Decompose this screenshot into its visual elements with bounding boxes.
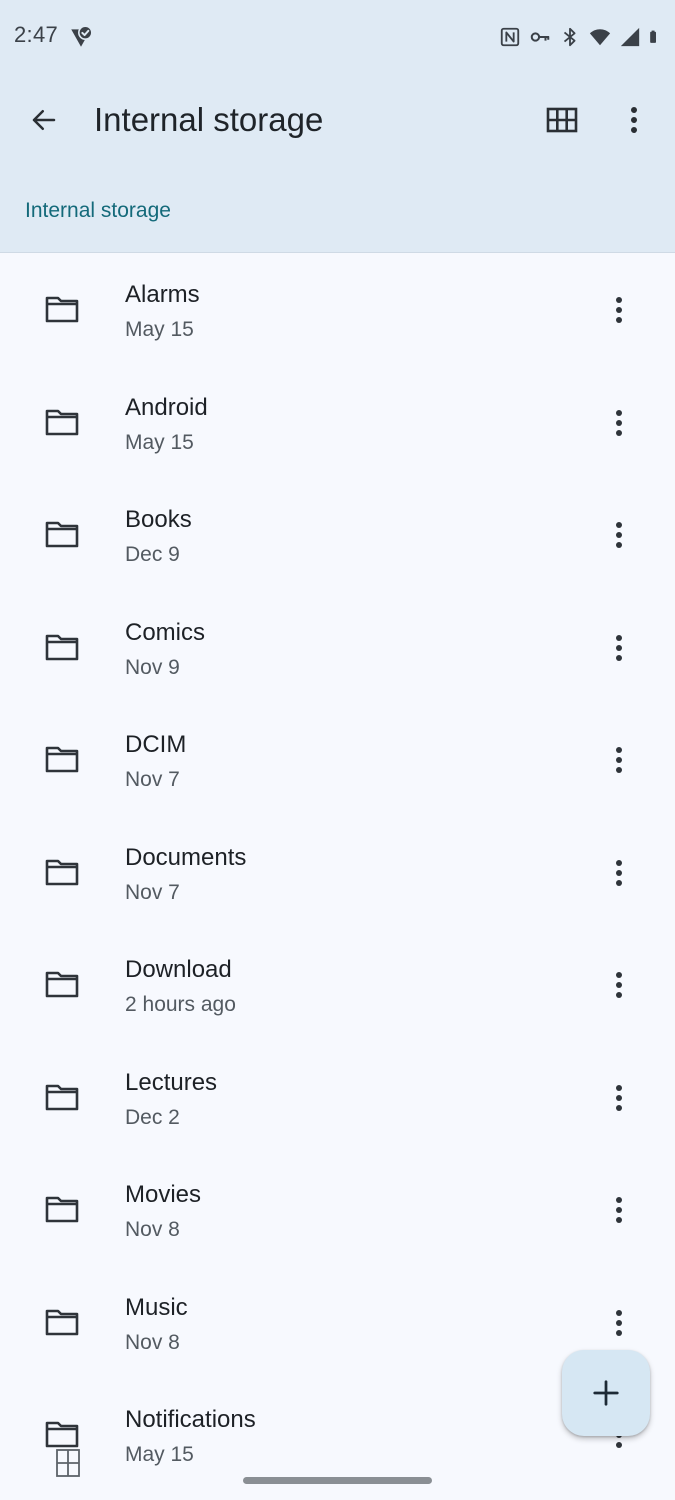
- arrow-back-icon: [32, 110, 56, 130]
- folder-icon: [45, 971, 79, 998]
- file-date: Dec 2: [125, 1105, 180, 1129]
- cell-signal-icon: [620, 27, 640, 47]
- file-date: May 15: [125, 1443, 194, 1466]
- folder-icon: [45, 409, 79, 435]
- back-button[interactable]: [22, 98, 66, 142]
- page-title: Internal storage: [94, 101, 324, 138]
- item-more-button[interactable]: [602, 516, 636, 554]
- more-vert-icon: [616, 1197, 622, 1223]
- file-name: Documents: [125, 843, 247, 871]
- list-item[interactable]: Lectures Dec 2: [0, 1041, 675, 1154]
- list-item[interactable]: Alarms May 15: [0, 253, 675, 366]
- list-item[interactable]: Download 2 hours ago: [0, 928, 675, 1041]
- shield-check-icon: [71, 25, 93, 47]
- folder-icon: [45, 521, 79, 548]
- gesture-nav-handle[interactable]: [243, 1477, 432, 1484]
- bluetooth-icon: [563, 27, 576, 47]
- folder-icon: [45, 859, 79, 885]
- status-bar: 2:47: [0, 0, 675, 72]
- file-date: Dec 9: [125, 543, 180, 566]
- file-name: Alarms: [125, 281, 200, 308]
- wifi-icon: [589, 29, 611, 46]
- more-vert-icon: [616, 972, 622, 998]
- status-icons: [499, 24, 663, 50]
- more-vert-icon: [616, 1084, 622, 1111]
- vpn-key-icon: [530, 32, 550, 42]
- file-list: Alarms May 15 Android May 15 Books Dec 9…: [0, 253, 675, 1491]
- file-name: DCIM: [125, 731, 187, 758]
- item-more-button[interactable]: [602, 1079, 636, 1117]
- file-name: Movies: [125, 1181, 202, 1208]
- folder-icon: [45, 1421, 79, 1448]
- keyboard-grid-icon: [56, 1449, 80, 1477]
- list-item[interactable]: Books Dec 9: [0, 478, 675, 591]
- file-name: Notifications: [125, 1406, 256, 1433]
- header-area: 2:47 Internal storage Internal storage: [0, 0, 675, 253]
- file-name: Android: [125, 393, 208, 421]
- file-name: Comics: [125, 618, 206, 646]
- grid-view-button[interactable]: [540, 98, 584, 142]
- file-name: Lectures: [125, 1068, 218, 1096]
- more-vert-icon: [616, 522, 622, 548]
- more-options-button[interactable]: [612, 98, 656, 142]
- item-more-button[interactable]: [602, 854, 636, 892]
- more-vert-icon: [631, 107, 637, 133]
- file-date: May 15: [125, 318, 194, 341]
- app-bar: Internal storage: [0, 72, 675, 168]
- folder-icon: [45, 296, 79, 323]
- item-more-button[interactable]: [602, 1191, 636, 1229]
- file-date: Nov 8: [125, 1218, 180, 1241]
- item-more-button[interactable]: [602, 741, 636, 779]
- grid-view-icon: [546, 107, 578, 133]
- folder-icon: [45, 1084, 79, 1110]
- list-item[interactable]: Documents Nov 7: [0, 816, 675, 929]
- more-vert-icon: [616, 634, 622, 661]
- item-more-button[interactable]: [602, 404, 636, 442]
- file-name: Download: [125, 956, 232, 983]
- list-item[interactable]: DCIM Nov 7: [0, 703, 675, 816]
- more-vert-icon: [616, 297, 622, 323]
- folder-icon: [45, 634, 79, 660]
- file-date: May 15: [125, 430, 194, 454]
- folder-icon: [45, 1309, 79, 1335]
- file-date: Nov 7: [125, 768, 180, 791]
- file-date: Nov 8: [125, 1330, 180, 1354]
- file-date: Nov 9: [125, 655, 180, 679]
- nfc-icon: [500, 27, 520, 47]
- new-folder-fab[interactable]: [562, 1350, 650, 1436]
- list-item[interactable]: Comics Nov 9: [0, 591, 675, 704]
- folder-icon: [45, 1196, 79, 1223]
- screen: 2:47 Internal storage Internal storage A…: [0, 0, 675, 1500]
- list-item[interactable]: Android May 15: [0, 366, 675, 479]
- item-more-button[interactable]: [602, 291, 636, 329]
- status-time: 2:47: [14, 22, 59, 47]
- battery-icon: [650, 30, 656, 43]
- more-vert-icon: [616, 409, 622, 436]
- file-name: Books: [125, 506, 192, 533]
- more-vert-icon: [616, 1309, 622, 1336]
- item-more-button[interactable]: [602, 629, 636, 667]
- list-item[interactable]: Movies Nov 8: [0, 1153, 675, 1266]
- add-icon: [593, 1380, 619, 1406]
- item-more-button[interactable]: [602, 1304, 636, 1342]
- file-date: 2 hours ago: [125, 993, 236, 1016]
- item-more-button[interactable]: [602, 966, 636, 1004]
- file-date: Nov 7: [125, 880, 180, 904]
- breadcrumb[interactable]: Internal storage: [25, 196, 171, 226]
- more-vert-icon: [616, 747, 622, 773]
- file-name: Music: [125, 1293, 188, 1321]
- more-vert-icon: [616, 859, 622, 886]
- folder-icon: [45, 746, 79, 773]
